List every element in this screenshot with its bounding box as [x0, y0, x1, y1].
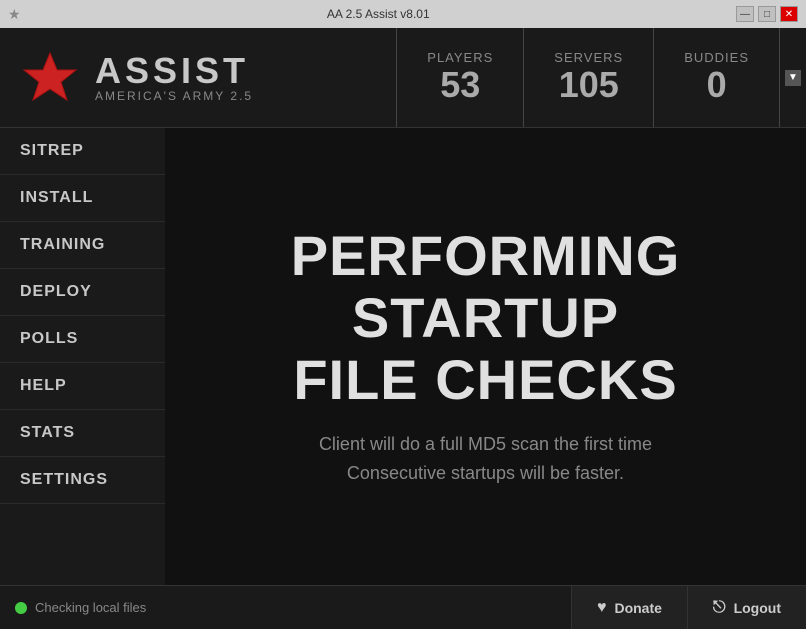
window-title: AA 2.5 Assist v8.01	[21, 7, 736, 21]
logout-label: Logout	[734, 600, 781, 616]
sidebar-item-deploy[interactable]: DEPLOY	[0, 269, 165, 316]
logo-title: ASSIST	[95, 53, 253, 89]
sidebar-item-settings[interactable]: SETTINGS	[0, 457, 165, 504]
window-controls: — □ ✕	[736, 6, 798, 22]
stats-area: Players 53 Servers 105 Buddies 0	[396, 28, 780, 127]
logo-area: ASSIST AMERICA'S ARMY 2.5	[0, 48, 396, 108]
content-heading: PERFORMING STARTUP FILE CHECKS	[185, 225, 786, 410]
logo-text: ASSIST AMERICA'S ARMY 2.5	[95, 53, 253, 103]
logout-button[interactable]: ⎋ Logout	[687, 586, 806, 629]
servers-label: Servers	[554, 50, 623, 65]
header: ASSIST AMERICA'S ARMY 2.5 Players 53 Ser…	[0, 28, 806, 128]
buddies-value: 0	[707, 65, 727, 105]
heart-icon: ♥	[597, 599, 607, 617]
sidebar-item-polls[interactable]: POLLS	[0, 316, 165, 363]
footer-status: Checking local files	[0, 600, 571, 615]
status-text: Checking local files	[35, 600, 146, 615]
subtext-line1: Client will do a full MD5 scan the first…	[319, 430, 652, 459]
header-dropdown[interactable]: ▼	[780, 65, 806, 91]
logo-subtitle: AMERICA'S ARMY 2.5	[95, 89, 253, 103]
subtext-line2: Consecutive startups will be faster.	[319, 459, 652, 488]
status-dot-icon	[15, 602, 27, 614]
footer: Checking local files ♥ Donate ⎋ Logout	[0, 585, 806, 629]
players-label: Players	[427, 50, 493, 65]
logo-star-icon	[20, 48, 80, 108]
servers-stat: Servers 105	[524, 28, 654, 127]
main-area: SITREP INSTALL TRAINING DEPLOY POLLS HEL…	[0, 128, 806, 585]
sidebar-item-sitrep[interactable]: SITREP	[0, 128, 165, 175]
dropdown-arrow-icon[interactable]: ▼	[785, 70, 801, 86]
content-area: PERFORMING STARTUP FILE CHECKS Client wi…	[165, 128, 806, 585]
sidebar-item-help[interactable]: HELP	[0, 363, 165, 410]
title-bar: ★ AA 2.5 Assist v8.01 — □ ✕	[0, 0, 806, 28]
donate-button[interactable]: ♥ Donate	[571, 586, 687, 629]
footer-buttons: ♥ Donate ⎋ Logout	[571, 586, 806, 629]
maximize-button[interactable]: □	[758, 6, 776, 22]
sidebar-item-install[interactable]: INSTALL	[0, 175, 165, 222]
close-button[interactable]: ✕	[780, 6, 798, 22]
heading-line1: PERFORMING STARTUP	[185, 225, 786, 348]
buddies-stat: Buddies 0	[654, 28, 780, 127]
players-value: 53	[440, 65, 480, 105]
buddies-label: Buddies	[684, 50, 749, 65]
app-star-icon: ★	[8, 6, 21, 23]
sidebar-item-training[interactable]: TRAINING	[0, 222, 165, 269]
heading-line2: FILE CHECKS	[185, 349, 786, 411]
content-subtext: Client will do a full MD5 scan the first…	[319, 430, 652, 488]
players-stat: Players 53	[397, 28, 524, 127]
sidebar-item-stats[interactable]: STATS	[0, 410, 165, 457]
logout-icon: ⎋	[713, 599, 726, 617]
minimize-button[interactable]: —	[736, 6, 754, 22]
donate-label: Donate	[614, 600, 661, 616]
servers-value: 105	[559, 65, 619, 105]
sidebar: SITREP INSTALL TRAINING DEPLOY POLLS HEL…	[0, 128, 165, 585]
